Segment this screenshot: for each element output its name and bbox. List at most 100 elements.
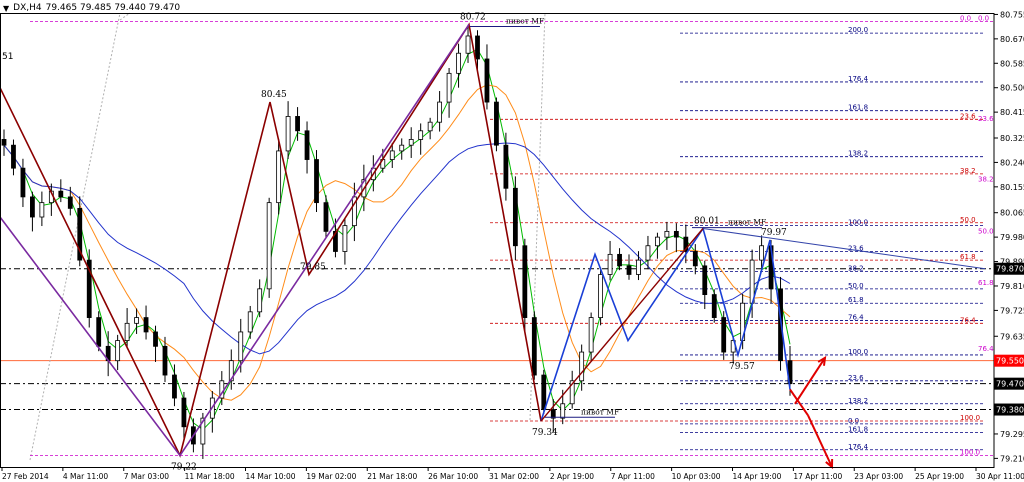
y-tick-label: 80.415 — [1000, 108, 1024, 117]
x-tick-label: 23 Apr 03:00 — [854, 472, 903, 481]
candle-body — [531, 317, 537, 376]
candle-body — [314, 159, 319, 204]
fib-label: 50.0 — [960, 216, 976, 224]
fib-label: 100.0 — [960, 414, 980, 422]
candle-body — [96, 317, 102, 347]
price-tag-label: 79.380 — [996, 406, 1024, 415]
symbol-label: DX,H4 — [13, 3, 42, 13]
candles — [1, 24, 793, 459]
candle-body — [655, 236, 660, 247]
axes: 80.755 80.670 80.585 80.500 80.415 80.325 80.2… — [0, 10, 1024, 481]
candle-body — [475, 35, 480, 60]
candle-body — [721, 317, 727, 353]
fib-label: 50.0 — [848, 282, 864, 290]
x-tick-label: 14 Apr 19:00 — [733, 472, 782, 481]
guide-diagonal — [29, 12, 121, 461]
y-tick-label: 80.240 — [1000, 158, 1024, 167]
fib-label-right: 38.2 — [978, 176, 994, 184]
candle-body — [295, 116, 300, 132]
y-tick-label: 79.295 — [1000, 430, 1024, 439]
fib-label: 23.6 — [848, 374, 864, 382]
y-tick-label: 80.585 — [1000, 59, 1024, 68]
candle-body — [418, 130, 424, 140]
candle-body — [30, 196, 35, 218]
x-tick-label: 10 Apr 03:00 — [672, 472, 721, 481]
y-tick-label: 80.065 — [1000, 209, 1024, 218]
candle-body — [759, 245, 764, 261]
swing-label: 79.34 — [532, 428, 558, 438]
candle-body — [39, 202, 45, 218]
candle-body — [124, 322, 130, 341]
candle-body — [257, 288, 263, 313]
y-tick-label: 79.725 — [1000, 306, 1024, 315]
candle-body — [67, 196, 73, 209]
candle-body — [484, 58, 490, 103]
candle-body — [598, 274, 604, 318]
y-tick-label: 80.670 — [1000, 35, 1024, 44]
candle-body — [238, 331, 244, 362]
candle-body — [711, 294, 717, 318]
x-tick-label: 25 Apr 19:00 — [915, 472, 964, 481]
candle-body — [266, 202, 272, 290]
fib-label: 200.0 — [848, 26, 868, 34]
fib-label: 38.2 — [848, 265, 864, 273]
x-tick-label: 11 Mar 18:00 — [185, 472, 235, 481]
candle-body — [645, 245, 651, 261]
candle-body — [304, 130, 310, 160]
moving-average — [3, 142, 791, 355]
y-tick-label: 80.325 — [1000, 134, 1024, 143]
y-tick-label: 79.980 — [1000, 233, 1024, 242]
projection-arrow-base — [789, 388, 809, 416]
fib-label: 76.4 — [848, 313, 864, 321]
moving-average — [3, 48, 791, 431]
x-tick-label: 2 Apr 19:00 — [550, 472, 594, 481]
candle-body — [427, 121, 433, 132]
candle-body — [579, 351, 585, 382]
candle-body — [617, 253, 622, 267]
candle-body — [247, 311, 253, 333]
x-tick-label: 21 Mar 18:00 — [367, 472, 417, 481]
wave-brown-2 — [540, 228, 704, 422]
x-tick-label: 7 Apr 11:00 — [611, 472, 655, 481]
candle-body — [626, 265, 632, 275]
projection-arrow — [807, 414, 833, 468]
candle-body — [276, 150, 282, 204]
price-tag-label: 79.870 — [996, 265, 1024, 274]
fib-label-right: 0.0 — [978, 15, 989, 23]
candle-body — [1, 139, 7, 146]
candle-body — [588, 317, 594, 353]
fib-label: 61.8 — [960, 253, 976, 261]
ohlc-readout: 79.465 79.485 79.440 79.470 — [45, 3, 181, 13]
candle-body — [342, 225, 348, 252]
wave-lines — [0, 22, 986, 470]
corner-label: 51 — [2, 52, 14, 62]
candle-body — [153, 331, 158, 347]
fib-label: 100.0 — [960, 449, 980, 457]
fib-label-right: 50.0 — [978, 227, 994, 235]
swing-label: 79.97 — [761, 228, 787, 238]
y-tick-label: 79.635 — [1000, 332, 1024, 341]
x-tick-label: 27 Feb 2014 — [2, 472, 49, 481]
y-tick-label: 80.755 — [1000, 10, 1024, 19]
fib-label: 161.8 — [848, 104, 868, 112]
fib-label: 0.0 — [960, 15, 971, 23]
candle-body — [162, 345, 168, 376]
dropdown-triangle-icon[interactable]: ▼ — [3, 4, 9, 13]
x-tick-label: 14 Mar 10:00 — [246, 472, 296, 481]
fib-label: 176.4 — [848, 443, 869, 451]
y-tick-label: 80.155 — [1000, 183, 1024, 192]
fib-label: 100.0 — [848, 219, 868, 227]
x-tick-label: 19 Mar 02:00 — [306, 472, 356, 481]
fib-label-right: 76.4 — [978, 345, 994, 353]
plot-frame — [0, 13, 995, 468]
y-tick-label: 80.500 — [1000, 84, 1024, 93]
fib-label: 161.8 — [848, 426, 868, 434]
x-tick-label: 31 Mar 02:00 — [489, 472, 539, 481]
fib-label: 138.2 — [848, 150, 868, 158]
fib-label-right: 23.6 — [978, 115, 994, 123]
swing-label: 80.01 — [694, 217, 720, 227]
swing-label: 80.45 — [261, 90, 287, 100]
guide-diagonal — [119, 12, 131, 21]
candle-body — [20, 167, 26, 198]
candle-body — [181, 397, 187, 428]
